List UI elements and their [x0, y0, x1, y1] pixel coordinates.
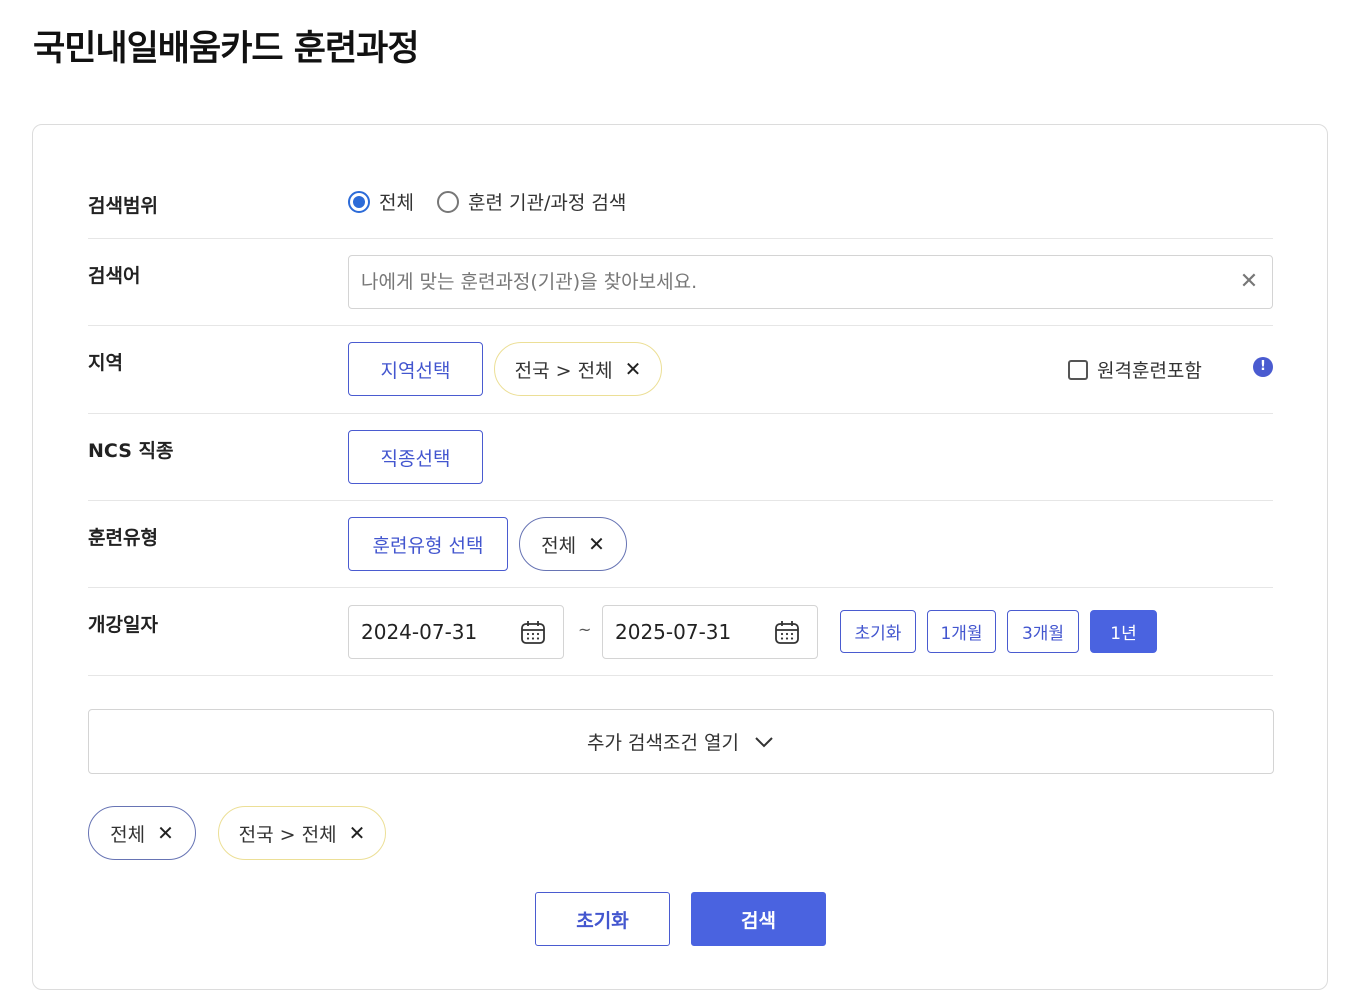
close-icon[interactable]: ✕: [349, 821, 366, 845]
close-icon[interactable]: ✕: [588, 532, 605, 556]
radio-checked-icon: [348, 190, 370, 213]
radio-institution-course-label: 훈련 기관/과정 검색: [468, 192, 627, 214]
scope-row: 검색범위 전체 훈련 기관/과정 검색: [88, 181, 1273, 239]
close-icon[interactable]: ✕: [157, 821, 174, 845]
more-filters-label: 추가 검색조건 열기: [587, 732, 739, 754]
search-button[interactable]: 검색: [691, 892, 826, 946]
date-3month-button[interactable]: 3개월: [1007, 610, 1079, 653]
date-separator: ~: [578, 620, 592, 639]
date-reset-button[interactable]: 초기화: [840, 610, 916, 653]
region-chip-label: 전국 > 전체: [514, 359, 613, 382]
date-from-field[interactable]: 2024-07-31: [348, 605, 564, 659]
calendar-icon[interactable]: [773, 619, 801, 647]
date-to-value: 2025-07-31: [615, 620, 732, 644]
more-filters-toggle[interactable]: 추가 검색조건 열기: [88, 709, 1274, 774]
reset-button[interactable]: 초기화: [535, 892, 670, 946]
radio-institution-course[interactable]: 훈련 기관/과정 검색: [437, 188, 626, 215]
selected-chip-region[interactable]: 전국 > 전체 ✕: [218, 806, 386, 860]
scope-label: 검색범위: [88, 195, 158, 217]
start-date-row: 개강일자 2024-07-31 ~ 2025-07-31 초기화 1개월 3개월…: [88, 588, 1273, 676]
date-from-value: 2024-07-31: [361, 620, 478, 644]
remote-training-label: 원격훈련포함: [1097, 360, 1202, 382]
training-type-chip-label: 전체: [541, 534, 577, 557]
start-date-label: 개강일자: [88, 614, 158, 636]
keyword-row: 검색어 ✕: [88, 239, 1273, 326]
checkbox-icon: [1068, 359, 1088, 380]
ncs-label: NCS 직종: [88, 440, 174, 462]
selected-chip-label: 전국 > 전체: [238, 823, 337, 846]
page-title: 국민내일배움카드 훈련과정: [33, 29, 420, 69]
info-icon[interactable]: !: [1253, 357, 1273, 377]
training-type-select-button[interactable]: 훈련유형 선택: [348, 517, 508, 571]
region-row: 지역 지역선택 전국 > 전체 ✕ 원격훈련포함 !: [88, 326, 1273, 414]
radio-unchecked-icon: [437, 190, 459, 213]
keyword-input[interactable]: [350, 257, 1210, 307]
training-type-row: 훈련유형 훈련유형 선택 전체 ✕: [88, 501, 1273, 588]
keyword-box: ✕: [348, 255, 1273, 309]
chevron-down-icon: [755, 736, 773, 747]
search-panel: 검색범위 전체 훈련 기관/과정 검색 검색어 ✕ 지역 지역선택 전국 > 전…: [32, 124, 1328, 990]
remote-training-checkbox[interactable]: 원격훈련포함: [1068, 356, 1202, 383]
radio-all-label: 전체: [379, 192, 414, 214]
training-type-chip[interactable]: 전체 ✕: [519, 517, 627, 571]
date-to-field[interactable]: 2025-07-31: [602, 605, 818, 659]
radio-all[interactable]: 전체: [348, 188, 414, 215]
close-icon[interactable]: ✕: [625, 357, 642, 381]
region-select-button[interactable]: 지역선택: [348, 342, 483, 396]
region-chip[interactable]: 전국 > 전체 ✕: [494, 342, 662, 396]
date-1month-button[interactable]: 1개월: [927, 610, 996, 653]
date-1year-button[interactable]: 1년: [1090, 610, 1157, 653]
keyword-label: 검색어: [88, 265, 141, 287]
calendar-icon[interactable]: [519, 619, 547, 647]
region-label: 지역: [88, 352, 123, 374]
training-type-label: 훈련유형: [88, 527, 158, 549]
ncs-select-button[interactable]: 직종선택: [348, 430, 483, 484]
selected-chip-label: 전체: [110, 823, 146, 846]
ncs-row: NCS 직종 직종선택: [88, 414, 1273, 501]
clear-icon[interactable]: ✕: [1236, 269, 1262, 295]
selected-chip-training-type[interactable]: 전체 ✕: [88, 806, 196, 860]
